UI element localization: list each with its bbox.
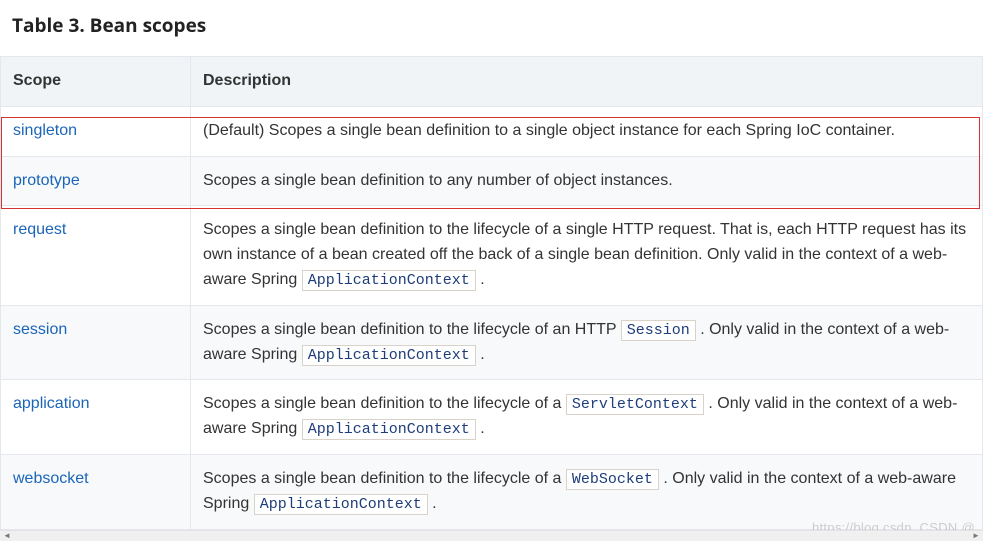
code-websocket: WebSocket xyxy=(566,469,659,490)
desc-text: (Default) Scopes a single bean definitio… xyxy=(203,122,895,139)
code-application-context: ApplicationContext xyxy=(302,345,476,366)
table-header-row: Scope Description xyxy=(1,57,983,107)
desc-cell: Scopes a single bean definition to the l… xyxy=(191,305,983,380)
table-row: singleton (Default) Scopes a single bean… xyxy=(1,106,983,156)
scope-link-singleton[interactable]: singleton xyxy=(13,122,77,139)
code-application-context: ApplicationContext xyxy=(302,270,476,291)
horizontal-scrollbar[interactable]: ◄ ► xyxy=(0,530,983,541)
desc-text: Scopes a single bean definition to the l… xyxy=(203,395,566,412)
code-application-context: ApplicationContext xyxy=(302,419,476,440)
desc-cell: (Default) Scopes a single bean definitio… xyxy=(191,106,983,156)
scope-link-session[interactable]: session xyxy=(13,321,67,338)
scroll-left-arrow-icon[interactable]: ◄ xyxy=(0,531,14,541)
table-row: prototype Scopes a single bean definitio… xyxy=(1,156,983,206)
desc-text: Scopes a single bean definition to the l… xyxy=(203,470,566,487)
table-wrapper: Table 3. Bean scopes Scope Description s… xyxy=(0,0,983,541)
desc-text: . xyxy=(428,495,437,512)
table-row: session Scopes a single bean definition … xyxy=(1,305,983,380)
desc-cell: Scopes a single bean definition to the l… xyxy=(191,206,983,305)
code-application-context: ApplicationContext xyxy=(254,494,428,515)
scope-link-request[interactable]: request xyxy=(13,221,66,238)
scroll-right-arrow-icon[interactable]: ► xyxy=(969,531,983,541)
desc-text: . xyxy=(476,271,485,288)
code-servlet-context: ServletContext xyxy=(566,394,704,415)
table-caption: Table 3. Bean scopes xyxy=(0,0,983,56)
header-scope: Scope xyxy=(1,57,191,107)
desc-text: Scopes a single bean definition to the l… xyxy=(203,321,621,338)
table-row: websocket Scopes a single bean definitio… xyxy=(1,454,983,529)
scope-link-prototype[interactable]: prototype xyxy=(13,172,80,189)
scope-link-application[interactable]: application xyxy=(13,395,90,412)
bean-scopes-table: Scope Description singleton (Default) Sc… xyxy=(0,56,983,530)
desc-cell: Scopes a single bean definition to any n… xyxy=(191,156,983,206)
desc-cell: Scopes a single bean definition to the l… xyxy=(191,454,983,529)
code-session: Session xyxy=(621,320,696,341)
table-row: request Scopes a single bean definition … xyxy=(1,206,983,305)
table-row: application Scopes a single bean definit… xyxy=(1,380,983,455)
desc-cell: Scopes a single bean definition to the l… xyxy=(191,380,983,455)
scope-link-websocket[interactable]: websocket xyxy=(13,470,89,487)
desc-text: . xyxy=(476,420,485,437)
desc-text: . xyxy=(476,346,485,363)
desc-text: Scopes a single bean definition to any n… xyxy=(203,172,673,189)
header-description: Description xyxy=(191,57,983,107)
